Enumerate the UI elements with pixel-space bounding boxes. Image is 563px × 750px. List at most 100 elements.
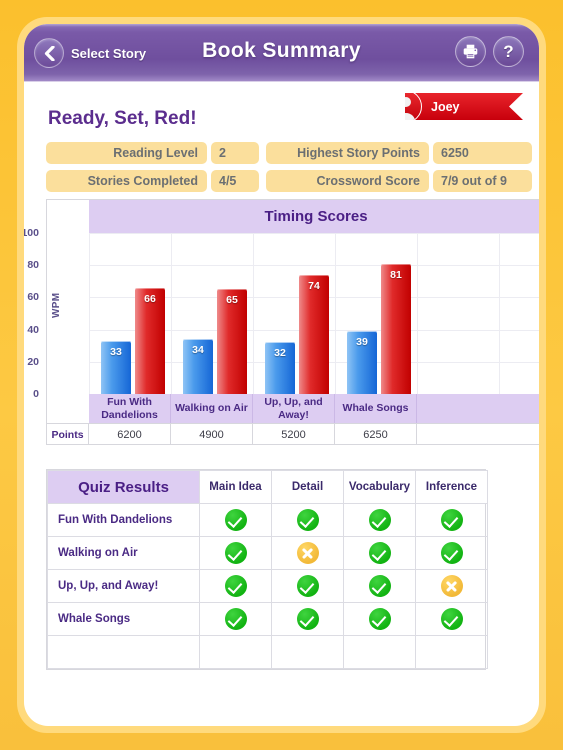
question-mark-icon: ? (503, 41, 514, 61)
chart-bar-value: 66 (144, 293, 156, 305)
stat-label-stories-completed: Stories Completed (46, 170, 207, 192)
printer-icon (463, 44, 478, 59)
stat-label-crossword-score: Crossword Score (266, 170, 429, 192)
quiz-empty-cell (415, 635, 488, 669)
chart-bar-group: 39 81 (335, 233, 417, 394)
chart-bar: 65 (217, 289, 247, 394)
quiz-result-cell (271, 536, 344, 570)
chart-bar: 33 (101, 341, 131, 394)
avatar-head-shape (405, 97, 411, 107)
avatar-body-shape (405, 113, 415, 120)
chart-bar: 81 (381, 264, 411, 394)
check-icon (440, 542, 463, 564)
chart-y-tick: 80 (27, 259, 39, 271)
chart-y-tick: 100 (24, 227, 39, 239)
quiz-empty-cell (343, 635, 416, 669)
book-title: Ready, Set, Red! (48, 108, 197, 129)
chart-bar-group: 32 74 (253, 233, 335, 394)
check-icon (224, 575, 247, 597)
quiz-column-header: Main Idea (199, 470, 272, 504)
timing-scores-chart: Timing Scores WPM 100 80 60 40 20 0 33 66 34 65 32… (24, 199, 539, 445)
help-button[interactable]: ? (493, 36, 524, 67)
chart-category-empty (417, 394, 539, 423)
check-icon (368, 575, 391, 597)
ribbon-notch (509, 93, 523, 120)
check-icon (224, 542, 247, 564)
points-row-label: Points (47, 424, 89, 445)
quiz-empty-cell (199, 635, 272, 669)
chart-points-value: 6250 (335, 424, 417, 445)
stat-value-highest-story-points: 6250 (433, 142, 532, 164)
stat-value-stories-completed: 4/5 (211, 170, 259, 192)
chart-title: Timing Scores (264, 208, 368, 225)
quiz-header-row: Quiz Results Main Idea Detail Vocabulary In… (47, 470, 488, 504)
quiz-result-cell (343, 503, 416, 537)
chart-points-value: 4900 (171, 424, 253, 445)
check-icon (440, 608, 463, 630)
stat-value-crossword-score: 7/9 out of 9 (433, 170, 532, 192)
quiz-empty-cell (271, 635, 344, 669)
chart-bar: 74 (299, 275, 329, 394)
chart-category-band: Fun With Dandelions Walking on Air Up, Up,… (89, 394, 539, 423)
chart-points-value: 6200 (89, 424, 171, 445)
quiz-result-cell (343, 536, 416, 570)
chart-bar-value: 32 (274, 347, 286, 359)
avatar (405, 93, 422, 120)
quiz-empty-row (47, 635, 488, 669)
chart-category-label: Whale Songs (335, 394, 417, 423)
chart-y-tick: 60 (27, 291, 39, 303)
chart-bar-value: 39 (356, 336, 368, 348)
check-icon (368, 608, 391, 630)
quiz-result-cell (415, 503, 488, 537)
check-icon (224, 608, 247, 630)
stat-label-highest-story-points: Highest Story Points (266, 142, 429, 164)
table-row: Walking on Air (47, 536, 488, 570)
table-row: Up, Up, and Away! (47, 569, 488, 603)
chart-bar-value: 33 (110, 346, 122, 358)
chart-y-tick: 0 (33, 388, 39, 400)
stats-gap (259, 142, 266, 164)
quiz-column-header: Detail (271, 470, 344, 504)
chart-bar: 34 (183, 339, 213, 394)
quiz-column-header: Inference (415, 470, 488, 504)
quiz-result-cell (415, 536, 488, 570)
cross-icon (440, 575, 463, 597)
quiz-result-cell (343, 602, 416, 636)
chart-y-tick: 20 (27, 356, 39, 368)
quiz-result-cell (343, 569, 416, 603)
quiz-result-cell (199, 503, 272, 537)
chart-bar: 32 (265, 342, 295, 394)
quiz-result-cell (199, 536, 272, 570)
stats-gap-2 (259, 170, 266, 192)
quiz-column-header: Vocabulary (343, 470, 416, 504)
chart-y-axis-label: WPM (51, 292, 62, 318)
quiz-results-title: Quiz Results (47, 470, 200, 504)
chart-title-band: Timing Scores (89, 200, 539, 233)
user-ribbon[interactable]: Joey (405, 93, 523, 120)
quiz-empty-cell (47, 635, 200, 669)
chart-y-tick: 40 (27, 324, 39, 336)
chart-bar-value: 74 (308, 280, 320, 292)
chart-column-divider (499, 233, 500, 394)
chart-plot-area: 100 80 60 40 20 0 33 66 34 65 32 74 39 81 (24, 227, 539, 400)
chart-points-empty (417, 424, 539, 445)
quiz-result-cell (199, 569, 272, 603)
user-name: Joey (431, 99, 460, 114)
chart-bar: 66 (135, 288, 165, 394)
quiz-table-body: Fun With Dandelions Walking on Air Up, Up,… (47, 503, 488, 669)
quiz-result-cell (415, 569, 488, 603)
quiz-result-cell (415, 602, 488, 636)
check-icon (296, 575, 319, 597)
chart-category-label: Up, Up, and Away! (253, 394, 335, 423)
table-row: Whale Songs (47, 602, 488, 636)
quiz-story-label: Fun With Dandelions (47, 503, 200, 537)
quiz-results-table: Quiz Results Main Idea Detail Vocabulary In… (47, 470, 488, 669)
quiz-result-cell (271, 602, 344, 636)
check-icon (296, 608, 319, 630)
quiz-story-label: Up, Up, and Away! (47, 569, 200, 603)
print-button[interactable] (455, 36, 486, 67)
stats-grid: Reading Level 2 Highest Story Points 625… (46, 142, 539, 192)
check-icon (368, 542, 391, 564)
chart-bar-group: 34 65 (171, 233, 253, 394)
check-icon (224, 509, 247, 531)
